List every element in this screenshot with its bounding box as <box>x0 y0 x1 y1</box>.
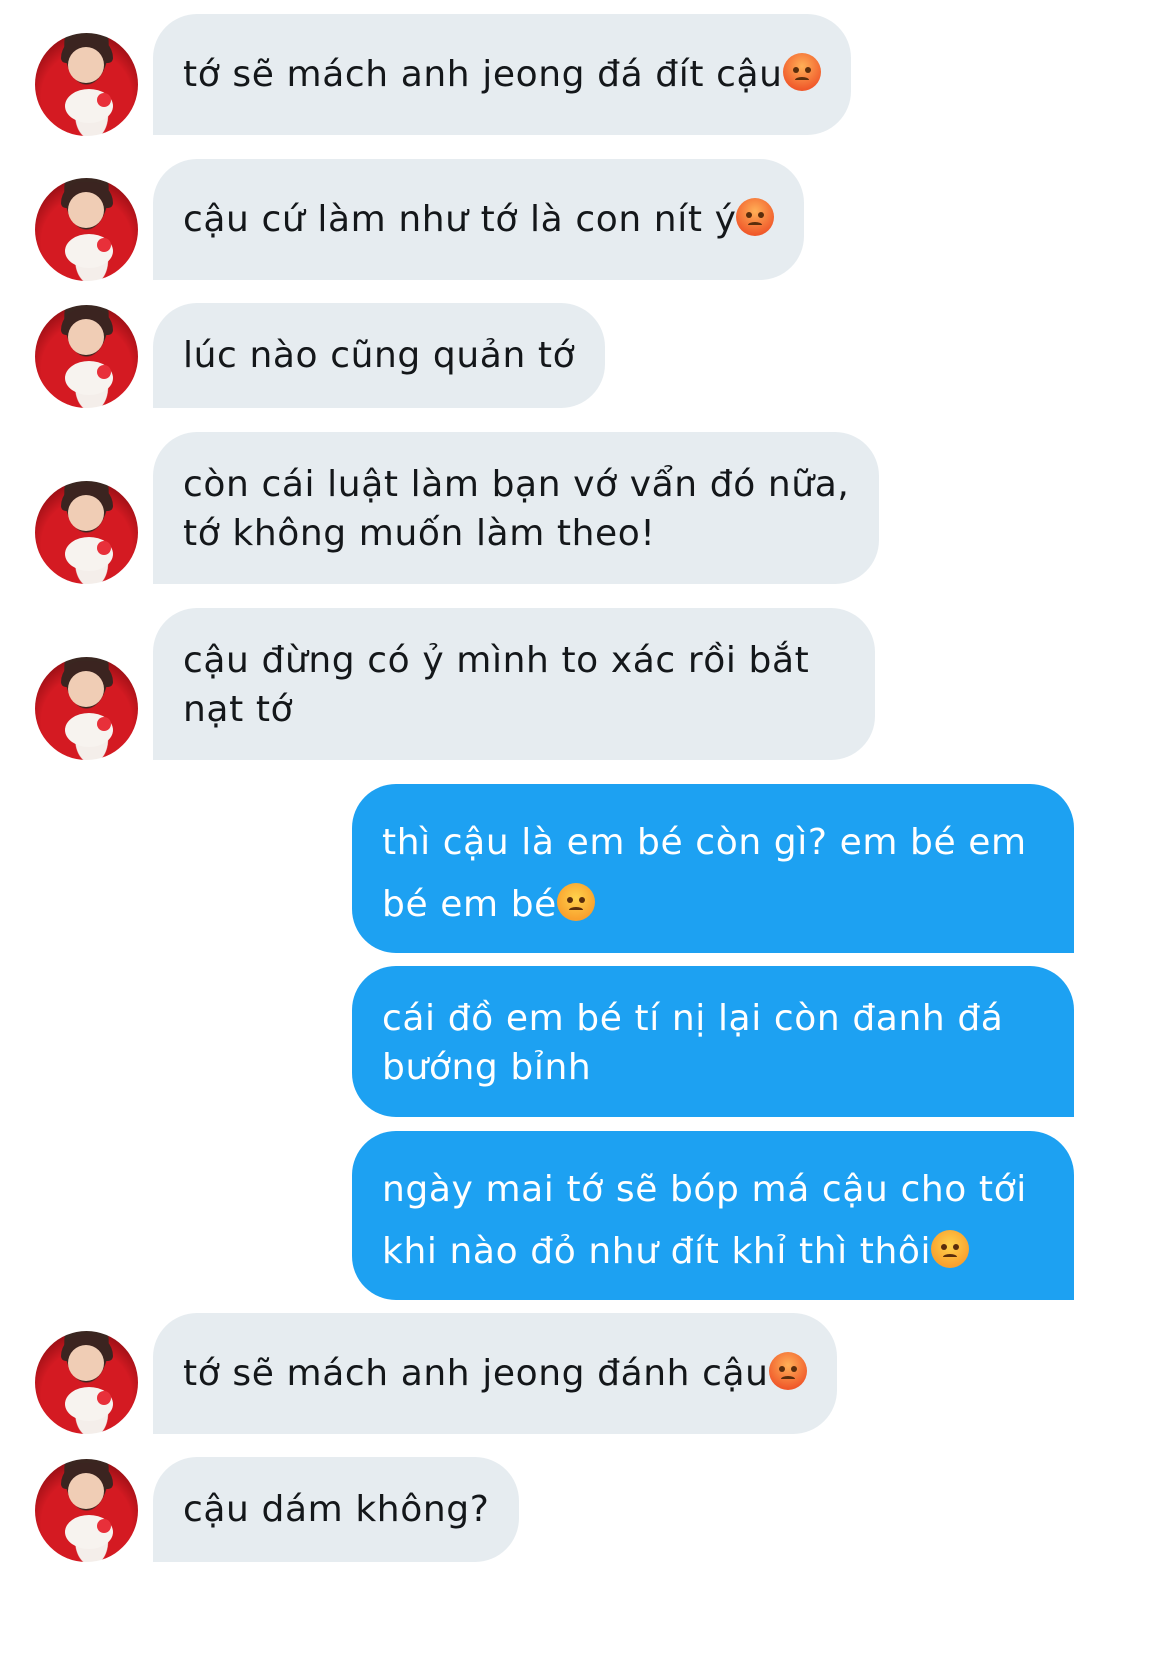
sender-avatar[interactable] <box>35 481 138 584</box>
incoming-message-bubble[interactable]: cậu dám không? <box>153 1457 520 1562</box>
angry-face-icon <box>556 883 595 921</box>
outgoing-message-bubble[interactable]: ngày mai tớ sẽ bóp má cậu cho tới khi nà… <box>352 1131 1074 1300</box>
sender-avatar[interactable] <box>35 657 138 760</box>
message-text: cái đồ em bé tí nị lại còn đanh đá bướng… <box>382 998 1004 1088</box>
angry-face-icon <box>931 1230 970 1268</box>
incoming-message-bubble[interactable]: cậu cứ làm như tớ là con nít ý <box>153 159 805 280</box>
incoming-message-bubble[interactable]: cậu đừng có ỷ mình to xác rồi bắt nạt tớ <box>153 608 875 760</box>
incoming-message-bubble[interactable]: tớ sẽ mách anh jeong đá đít cậu <box>153 14 851 135</box>
incoming-message-bubble[interactable]: lúc nào cũng quản tớ <box>153 303 606 408</box>
sender-avatar[interactable] <box>35 305 138 408</box>
message-text: cậu cứ làm như tớ là con nít ý <box>183 199 737 240</box>
message-text: ngày mai tớ sẽ bóp má cậu cho tới khi nà… <box>382 1169 1027 1272</box>
message-text: còn cái luật làm bạn vớ vẩn đó nữa, tớ k… <box>183 464 850 554</box>
pouting-face-icon <box>736 198 775 236</box>
outgoing-message-bubble[interactable]: cái đồ em bé tí nị lại còn đanh đá bướng… <box>352 966 1074 1117</box>
message-text: tớ sẽ mách anh jeong đá đít cậu <box>183 54 783 95</box>
pouting-face-icon <box>768 1352 807 1390</box>
sender-avatar[interactable] <box>35 33 138 136</box>
message-text: cậu dám không? <box>183 1489 490 1530</box>
incoming-message-bubble[interactable]: còn cái luật làm bạn vớ vẩn đó nữa, tớ k… <box>153 432 880 584</box>
incoming-message-bubble[interactable]: tớ sẽ mách anh jeong đánh cậu <box>153 1313 837 1434</box>
message-text: cậu đừng có ỷ mình to xác rồi bắt nạt tớ <box>183 640 810 730</box>
sender-avatar[interactable] <box>35 1331 138 1434</box>
sender-avatar[interactable] <box>35 1459 138 1562</box>
message-text: lúc nào cũng quản tớ <box>183 335 576 376</box>
message-text: tớ sẽ mách anh jeong đánh cậu <box>183 1353 769 1394</box>
pouting-face-icon <box>782 53 821 91</box>
sender-avatar[interactable] <box>35 178 138 281</box>
outgoing-message-bubble[interactable]: thì cậu là em bé còn gì? em bé em bé em … <box>352 784 1074 953</box>
message-text: thì cậu là em bé còn gì? em bé em bé em … <box>382 822 1027 925</box>
message-thread: tớ sẽ mách anh jeong đá đít cậu cậu cứ l… <box>0 0 1170 1656</box>
